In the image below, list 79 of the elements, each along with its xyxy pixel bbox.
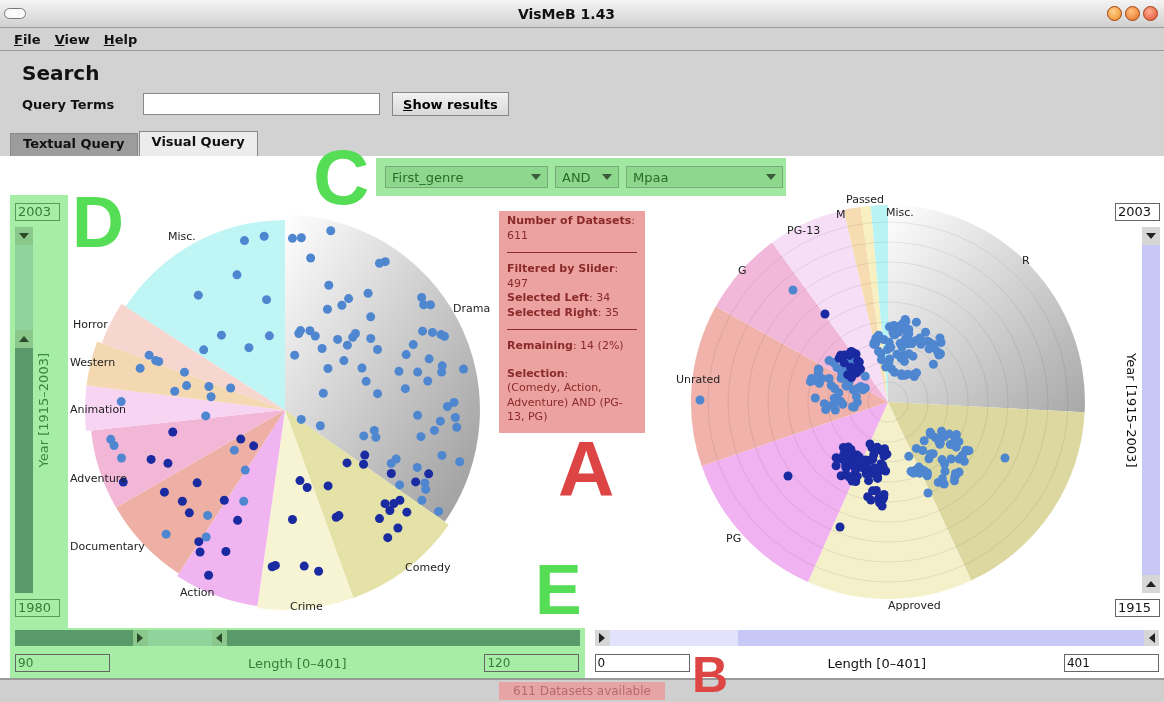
annotation-letter: E [535, 555, 582, 625]
tab[interactable]: Textual Query [10, 133, 138, 156]
category-label: PG [726, 532, 742, 545]
annotation-letter: D [72, 186, 124, 258]
year-max-field[interactable]: 2003 [1115, 203, 1160, 221]
slider-thumb[interactable] [1142, 227, 1160, 245]
info-text: Filtered by Slider: 497 [507, 262, 620, 291]
year-max-field[interactable]: 2003 [15, 203, 60, 221]
menu-item[interactable]: File [14, 31, 41, 47]
query-input-field[interactable] [143, 93, 380, 115]
category-label: Adventure [70, 472, 127, 485]
caret-down-icon [531, 174, 541, 180]
category-label: M [836, 208, 846, 221]
status-message: 611 Datasets available [499, 682, 665, 700]
caret-down-icon [602, 174, 612, 180]
info-text: Selected Right: 35 [507, 305, 620, 320]
show-results-button[interactable]: Show results [392, 92, 509, 116]
info-text: Number of Datasets: 611 [507, 214, 637, 243]
year-min-field[interactable]: 1915 [1115, 599, 1160, 617]
category-label: Misc. [168, 230, 196, 243]
caret-right-icon [137, 633, 144, 643]
annotation-letter: A [558, 430, 615, 508]
category-label: Comedy [405, 561, 451, 574]
length-max-field[interactable]: 401 [1064, 654, 1159, 672]
menu-item[interactable]: View [54, 31, 90, 47]
year-slider[interactable] [15, 227, 33, 593]
category-label: Misc. [886, 206, 914, 219]
info-text: Selected Left: 34 [507, 291, 612, 306]
tab[interactable]: Visual Query [138, 131, 258, 156]
category-label: Action [180, 586, 215, 599]
slider-arrow-button[interactable] [594, 630, 610, 646]
dropdown[interactable]: Mpaa [626, 166, 783, 188]
length-min-field[interactable]: 0 [594, 654, 690, 672]
dropdown[interactable]: First_genre [385, 166, 548, 188]
category-label: Horror [73, 318, 108, 331]
slider-arrow-button[interactable] [1144, 630, 1159, 646]
category-label: PG-13 [787, 224, 821, 237]
category-label: Drama [453, 302, 491, 315]
caret-down-icon [19, 233, 29, 239]
length-slider[interactable] [15, 630, 580, 646]
category-label: Unrated [676, 373, 721, 386]
category-label: G [738, 264, 747, 277]
caret-down-icon [766, 174, 776, 180]
window-control-button[interactable] [1107, 6, 1122, 21]
window-control-button[interactable] [1125, 6, 1140, 21]
caret-down-icon [1146, 233, 1156, 239]
category-label: Passed [846, 193, 885, 206]
search-heading: Search [22, 61, 101, 87]
window-toggle-button[interactable] [4, 8, 26, 19]
caret-left-icon [216, 633, 223, 643]
year-axis-label: Year [1915–2003] [36, 352, 51, 468]
annotation-letter: C [313, 138, 370, 216]
dropdown[interactable]: AND [555, 166, 619, 188]
menu-item[interactable]: Help [103, 31, 138, 47]
length-axis-label: Length [0–401] [827, 655, 927, 671]
slider-range [147, 630, 212, 646]
category-label: Crime [290, 600, 323, 613]
year-min-field[interactable]: 1980 [15, 599, 60, 617]
category-label: R [1022, 254, 1030, 267]
category-label: Animation [70, 403, 127, 416]
window-title: VisMeB 1.43 [517, 6, 616, 22]
category-label: Approved [888, 599, 941, 612]
slider-thumb[interactable] [1142, 575, 1160, 593]
year-axis-label: Year [1915–2003] [1124, 352, 1139, 468]
length-min-field[interactable]: 90 [15, 654, 110, 672]
annotation-letter: B [692, 650, 729, 700]
slider-arrow-button[interactable] [15, 227, 33, 245]
category-label: Western [70, 356, 116, 369]
info-text: Remaining: 14 (2%) [507, 339, 625, 354]
info-text: Selection: (Comedy, Action, Adventure) AND (PG-13, PG) [507, 366, 624, 425]
query-label: Query Terms [22, 96, 116, 112]
caret-left-icon [1148, 633, 1155, 643]
category-label: Documentary [70, 540, 145, 553]
length-max-field[interactable]: 120 [484, 654, 580, 672]
caret-up-icon [19, 335, 29, 342]
length-axis-label: Length [0–401] [247, 655, 347, 671]
caret-up-icon [1146, 581, 1156, 587]
caret-right-icon [599, 633, 605, 643]
close-button[interactable] [1143, 6, 1158, 21]
